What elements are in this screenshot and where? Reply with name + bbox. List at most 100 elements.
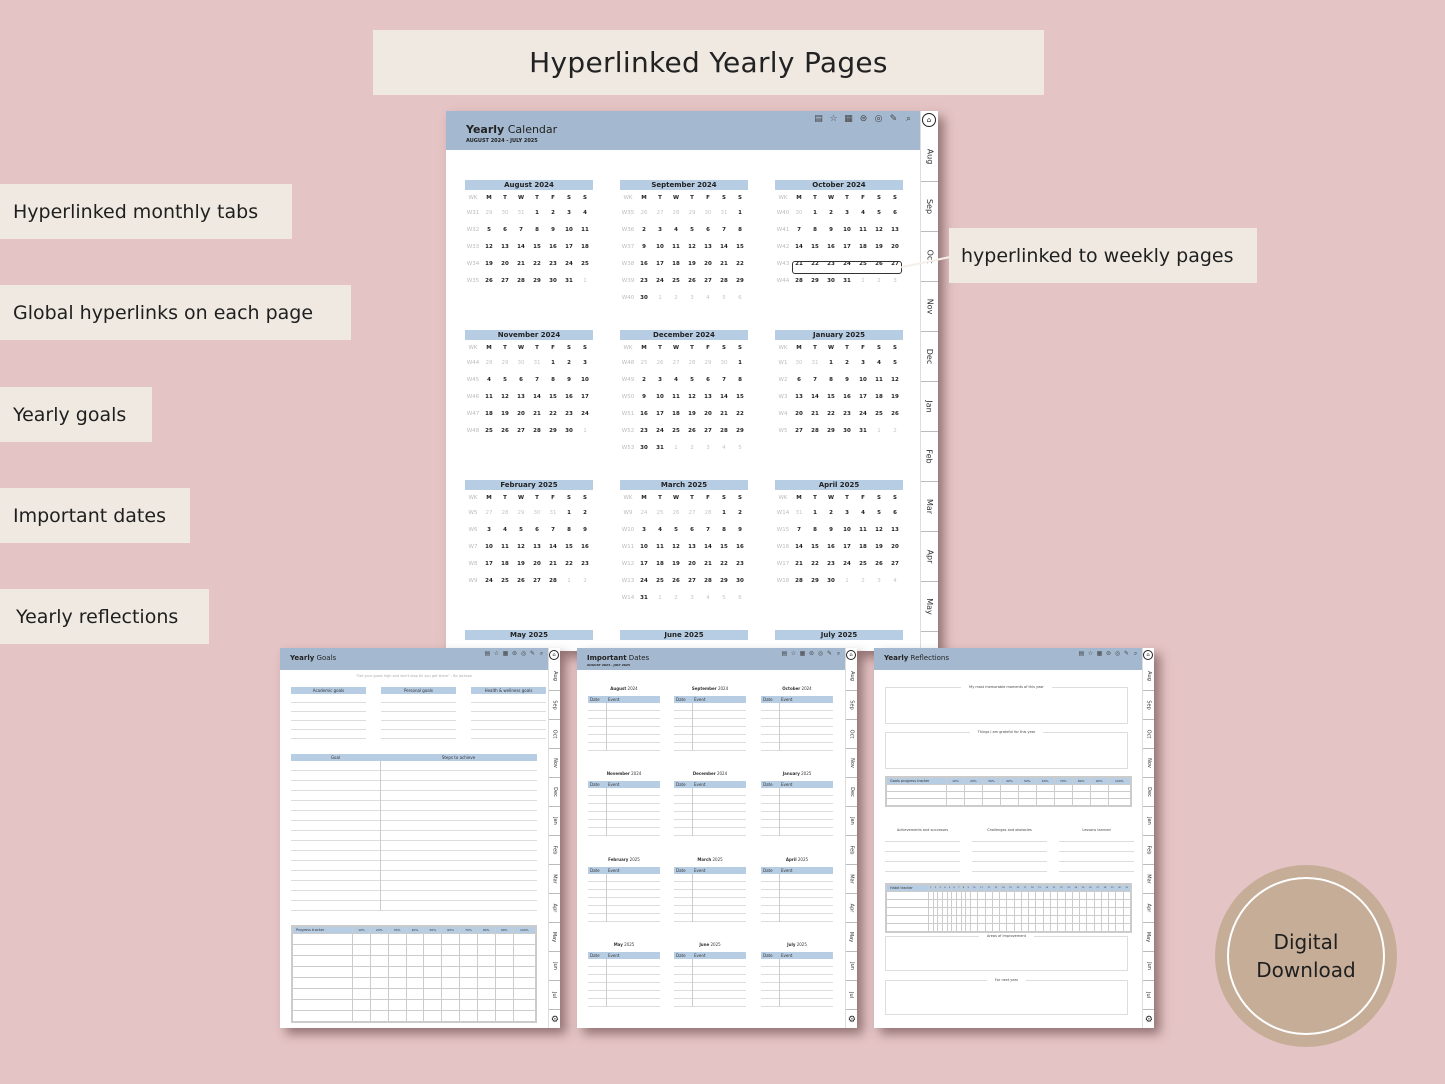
memorable-moments-box[interactable]: My most memorable moments of this year — [885, 685, 1128, 724]
month-header[interactable]: June 2025 — [620, 630, 748, 640]
day-cell[interactable]: 3 — [652, 371, 668, 388]
notes-icon[interactable]: ▤ — [484, 650, 491, 658]
day-cell[interactable]: 8 — [807, 521, 823, 538]
day-cell[interactable]: 4 — [700, 289, 716, 306]
week-row[interactable]: W40 30 1 2 3 4 5 6 — [620, 289, 748, 306]
day-cell[interactable]: 4 — [887, 572, 903, 589]
day-cell[interactable]: 26 — [871, 555, 887, 572]
tab-apr[interactable]: Apr — [921, 532, 938, 582]
day-cell[interactable]: 17 — [636, 555, 652, 572]
week-row[interactable]: W3 13 14 15 16 17 18 19 — [775, 388, 903, 405]
day-cell[interactable]: 30 — [732, 572, 748, 589]
day-cell[interactable]: 1 — [839, 572, 855, 589]
grateful-box[interactable]: Things I am grateful for this year — [885, 730, 1128, 769]
week-number-link[interactable]: W51 — [620, 405, 636, 422]
event-rows[interactable] — [588, 703, 660, 751]
edit-icon[interactable]: ✎ — [888, 114, 899, 124]
day-cell[interactable]: 28 — [545, 572, 561, 589]
week-number-link[interactable]: W13 — [620, 572, 636, 589]
day-cell[interactable]: 8 — [716, 521, 732, 538]
day-cell[interactable]: 2 — [871, 272, 887, 289]
goal-line[interactable] — [291, 881, 537, 891]
week-row[interactable]: W12 17 18 19 20 21 22 23 — [620, 555, 748, 572]
tracker-row[interactable] — [886, 798, 1132, 806]
day-cell[interactable]: 4 — [668, 371, 684, 388]
week-number-link[interactable]: W1 — [775, 354, 791, 371]
day-cell[interactable]: 1 — [545, 354, 561, 371]
week-row[interactable]: W49 2 3 4 5 6 7 8 — [620, 371, 748, 388]
day-cell[interactable]: 29 — [529, 272, 545, 289]
week-number-link[interactable]: W43 — [775, 255, 791, 272]
week-row[interactable]: W50 9 10 11 12 13 14 15 — [620, 388, 748, 405]
month-header[interactable]: September 2024 — [620, 180, 748, 190]
week-number-link[interactable]: W5 — [465, 504, 481, 521]
day-cell[interactable]: 16 — [636, 255, 652, 272]
write-line[interactable] — [972, 862, 1047, 872]
day-cell[interactable]: 8 — [823, 371, 839, 388]
day-cell[interactable]: 9 — [839, 371, 855, 388]
day-cell[interactable]: 30 — [636, 289, 652, 306]
day-cell[interactable]: 1 — [652, 289, 668, 306]
tracker-row[interactable] — [292, 944, 537, 956]
day-cell[interactable]: 18 — [652, 555, 668, 572]
home-icon[interactable]: ⌂ — [846, 650, 856, 660]
week-number-link[interactable]: W48 — [465, 422, 481, 439]
tracker-row[interactable] — [292, 999, 537, 1011]
day-cell[interactable]: 13 — [497, 238, 513, 255]
week-number-link[interactable]: W44 — [465, 354, 481, 371]
day-cell[interactable]: 6 — [700, 371, 716, 388]
day-cell[interactable]: 7 — [545, 521, 561, 538]
day-cell[interactable]: 3 — [855, 354, 871, 371]
tab-aug[interactable]: Aug — [1143, 662, 1154, 691]
day-cell[interactable]: 6 — [513, 371, 529, 388]
search-icon[interactable]: ⌕ — [835, 650, 842, 658]
day-cell[interactable]: 8 — [561, 521, 577, 538]
day-cell[interactable]: 31 — [807, 354, 823, 371]
week-row[interactable]: W40 30 1 2 3 4 5 6 — [775, 204, 903, 221]
week-number-link[interactable]: W10 — [620, 521, 636, 538]
day-cell[interactable]: 6 — [887, 204, 903, 221]
day-cell[interactable]: 2 — [561, 354, 577, 371]
goal-line[interactable] — [291, 811, 537, 821]
week-row[interactable]: W39 23 24 25 26 27 28 29 — [620, 272, 748, 289]
day-cell[interactable]: 11 — [871, 371, 887, 388]
day-cell[interactable]: 25 — [497, 572, 513, 589]
day-cell[interactable]: 28 — [513, 272, 529, 289]
day-cell[interactable]: 14 — [791, 538, 807, 555]
month-header[interactable]: August 2024 — [465, 180, 593, 190]
day-cell[interactable]: 15 — [732, 238, 748, 255]
day-cell[interactable]: 16 — [732, 538, 748, 555]
day-cell[interactable]: 13 — [791, 388, 807, 405]
home-icon[interactable]: ⌂ — [1143, 650, 1153, 660]
day-cell[interactable]: 25 — [668, 422, 684, 439]
day-cell[interactable]: 20 — [513, 405, 529, 422]
day-cell[interactable]: 19 — [668, 555, 684, 572]
day-cell[interactable]: 9 — [823, 221, 839, 238]
day-cell[interactable]: 28 — [700, 572, 716, 589]
day-cell[interactable]: 13 — [887, 221, 903, 238]
day-cell[interactable]: 31 — [855, 422, 871, 439]
day-cell[interactable]: 7 — [807, 371, 823, 388]
week-number-link[interactable]: W15 — [775, 521, 791, 538]
day-cell[interactable]: 30 — [716, 354, 732, 371]
day-cell[interactable]: 14 — [807, 388, 823, 405]
day-cell[interactable]: 29 — [481, 204, 497, 221]
goal-line[interactable] — [291, 791, 537, 801]
day-cell[interactable]: 10 — [636, 538, 652, 555]
week-row[interactable]: W48 25 26 27 28 29 30 1 — [620, 354, 748, 371]
day-cell[interactable]: 22 — [716, 555, 732, 572]
day-cell[interactable]: 11 — [855, 221, 871, 238]
day-cell[interactable]: 28 — [791, 272, 807, 289]
tracker-row[interactable] — [292, 977, 537, 989]
day-cell[interactable]: 4 — [871, 354, 887, 371]
day-cell[interactable]: 29 — [716, 572, 732, 589]
day-cell[interactable]: 30 — [561, 422, 577, 439]
day-cell[interactable]: 19 — [497, 405, 513, 422]
day-cell[interactable]: 19 — [684, 255, 700, 272]
week-row[interactable]: W51 16 17 18 19 20 21 22 — [620, 405, 748, 422]
day-cell[interactable]: 31 — [529, 354, 545, 371]
event-rows[interactable] — [674, 703, 746, 751]
day-cell[interactable]: 26 — [668, 572, 684, 589]
day-cell[interactable]: 3 — [871, 572, 887, 589]
tab-jun[interactable]: Jun — [1143, 952, 1154, 981]
